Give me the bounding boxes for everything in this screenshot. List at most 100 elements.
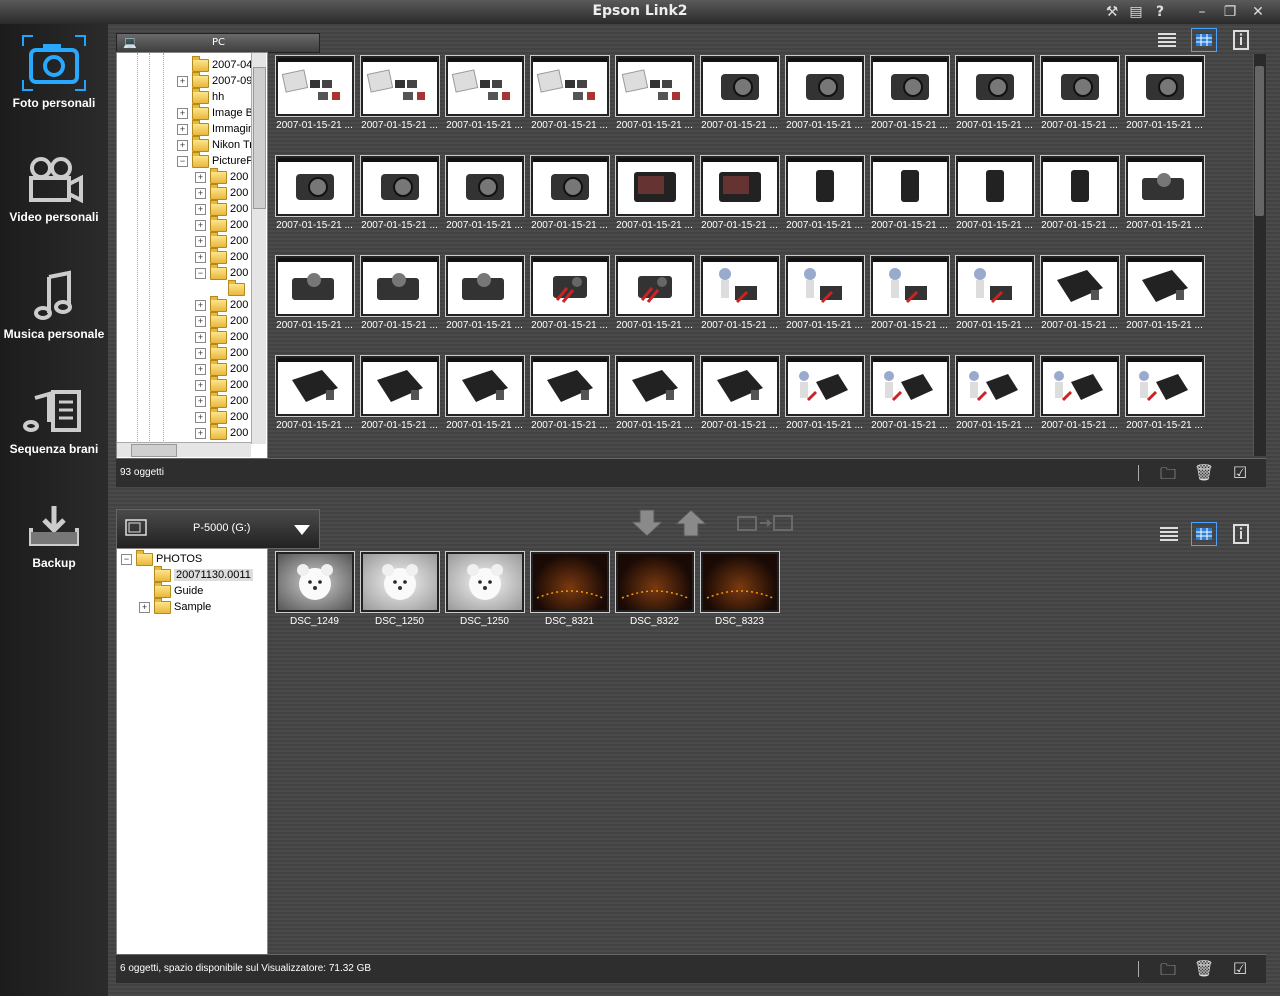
expand-toggle[interactable]: + <box>195 187 206 199</box>
thumbnail-view-button-bottom[interactable] <box>1191 522 1217 546</box>
photo-thumbnail[interactable] <box>956 356 1034 416</box>
expand-toggle[interactable]: + <box>195 203 206 215</box>
info-view-button-bottom[interactable] <box>1228 522 1254 546</box>
tree-item[interactable]: +200 <box>195 215 248 233</box>
photo-thumbnail[interactable] <box>786 156 864 216</box>
tree-item[interactable]: − PHOTOS <box>121 549 202 567</box>
photo-thumbnail[interactable] <box>1126 156 1204 216</box>
expand-toggle[interactable]: + <box>195 427 206 439</box>
tree-item[interactable]: 20071130.0011 <box>139 565 253 583</box>
expand-toggle[interactable]: + <box>195 235 206 247</box>
tree-item[interactable]: +200 <box>195 375 248 393</box>
select-all-icon[interactable]: ☑ <box>1228 463 1252 483</box>
grid-scroll-thumb[interactable] <box>1255 66 1264 216</box>
tree-item[interactable]: +200 <box>195 423 248 441</box>
expand-toggle[interactable]: + <box>195 347 206 359</box>
pc-folder-tree[interactable]: 2007-04 +2007-09 hh + Image B + Immagin + Nikon … <box>116 52 268 462</box>
photo-thumbnail[interactable] <box>616 256 694 316</box>
expand-toggle[interactable]: − <box>177 155 188 167</box>
tree-item[interactable]: +200 <box>195 343 248 361</box>
photo-thumbnail[interactable] <box>786 356 864 416</box>
close-button[interactable]: ✕ <box>1248 2 1268 22</box>
expand-toggle[interactable]: + <box>177 123 188 135</box>
photo-thumbnail[interactable] <box>531 156 609 216</box>
grid-scrollbar[interactable] <box>1253 54 1266 456</box>
tree-item[interactable]: +200 <box>195 359 248 377</box>
expand-toggle[interactable]: + <box>195 395 206 407</box>
photo-thumbnail[interactable] <box>361 56 439 116</box>
photo-thumbnail[interactable] <box>871 56 949 116</box>
minimize-button[interactable]: – <box>1192 2 1212 22</box>
expand-toggle[interactable]: + <box>195 251 206 263</box>
info-view-button[interactable] <box>1228 28 1254 52</box>
camera-to-device-icon[interactable] <box>736 512 796 534</box>
photo-thumbnail[interactable] <box>1126 56 1204 116</box>
thumbnail-view-button[interactable] <box>1191 28 1217 52</box>
photo-thumbnail[interactable] <box>361 156 439 216</box>
photo-thumbnail[interactable] <box>616 552 694 612</box>
tree-item[interactable]: +2007-09 <box>177 71 252 89</box>
photo-thumbnail[interactable] <box>956 156 1034 216</box>
photo-thumbnail[interactable] <box>1041 256 1119 316</box>
expand-toggle[interactable]: + <box>195 411 206 423</box>
expand-toggle[interactable]: + <box>195 315 206 327</box>
photo-thumbnail[interactable] <box>871 256 949 316</box>
photo-thumbnail[interactable] <box>701 156 779 216</box>
photo-thumbnail[interactable] <box>701 356 779 416</box>
tree-item[interactable]: +200 <box>195 391 248 409</box>
chevron-down-icon[interactable] <box>293 524 311 536</box>
tree-item[interactable]: +200 <box>195 247 248 265</box>
photo-thumbnail[interactable] <box>1126 356 1204 416</box>
expand-toggle[interactable]: + <box>177 75 188 87</box>
restore-button[interactable]: ❐ <box>1220 2 1240 22</box>
photo-thumbnail[interactable] <box>786 256 864 316</box>
tree-item[interactable]: − 200 <box>195 263 248 281</box>
tree-item[interactable]: +200 <box>195 407 248 425</box>
photo-thumbnail[interactable] <box>276 552 354 612</box>
tree-item[interactable]: +200 <box>195 199 248 217</box>
photo-thumbnail[interactable] <box>616 156 694 216</box>
device-folder-tree[interactable]: − PHOTOS 20071130.0011 Guide + Sample <box>116 548 268 956</box>
tree-item[interactable]: + Nikon Tr <box>177 135 253 153</box>
photo-thumbnail[interactable] <box>871 156 949 216</box>
hscroll-thumb[interactable] <box>131 444 177 457</box>
select-all-icon[interactable]: ☑ <box>1228 959 1252 979</box>
tree-hscrollbar[interactable] <box>117 442 251 457</box>
photo-thumbnail[interactable] <box>446 256 524 316</box>
expand-toggle[interactable]: + <box>195 171 206 183</box>
device-selector[interactable]: P-5000 (G:) <box>116 509 320 549</box>
trash-icon[interactable]: 🗑 <box>1192 463 1216 483</box>
photo-thumbnail[interactable] <box>1041 156 1119 216</box>
arrow-down-icon[interactable] <box>630 508 664 538</box>
photo-thumbnail[interactable] <box>446 552 524 612</box>
tree-item[interactable]: Guide <box>139 581 203 599</box>
photo-thumbnail[interactable] <box>701 552 779 612</box>
photo-thumbnail[interactable] <box>616 56 694 116</box>
photo-thumbnail[interactable] <box>276 256 354 316</box>
photo-thumbnail[interactable] <box>531 552 609 612</box>
expand-toggle[interactable]: + <box>195 299 206 311</box>
tree-item[interactable]: + Image B <box>177 103 253 121</box>
photo-thumbnail[interactable] <box>1041 56 1119 116</box>
list-view-button[interactable] <box>1154 28 1180 52</box>
tree-scrollbar[interactable] <box>251 53 266 444</box>
photo-thumbnail[interactable] <box>361 356 439 416</box>
photo-thumbnail[interactable] <box>276 356 354 416</box>
expand-toggle[interactable]: − <box>195 267 206 279</box>
expand-toggle[interactable]: + <box>177 107 188 119</box>
sidebar-item-backup[interactable]: Backup <box>0 502 108 570</box>
expand-toggle[interactable]: + <box>195 331 206 343</box>
tools-icon[interactable]: ⚒ <box>1102 2 1122 22</box>
expand-toggle[interactable]: + <box>177 139 188 151</box>
tree-item[interactable]: +200 <box>195 295 248 313</box>
photo-thumbnail[interactable] <box>276 56 354 116</box>
photo-thumbnail[interactable] <box>1126 256 1204 316</box>
tree-item[interactable]: +200 <box>195 183 248 201</box>
arrow-up-icon[interactable] <box>674 508 708 538</box>
photo-thumbnail[interactable] <box>446 56 524 116</box>
photo-thumbnail[interactable] <box>616 356 694 416</box>
photo-thumbnail[interactable] <box>446 356 524 416</box>
photo-thumbnail[interactable] <box>786 56 864 116</box>
list-view-button-bottom[interactable] <box>1156 522 1182 546</box>
tree-item[interactable]: + Sample <box>139 597 211 615</box>
